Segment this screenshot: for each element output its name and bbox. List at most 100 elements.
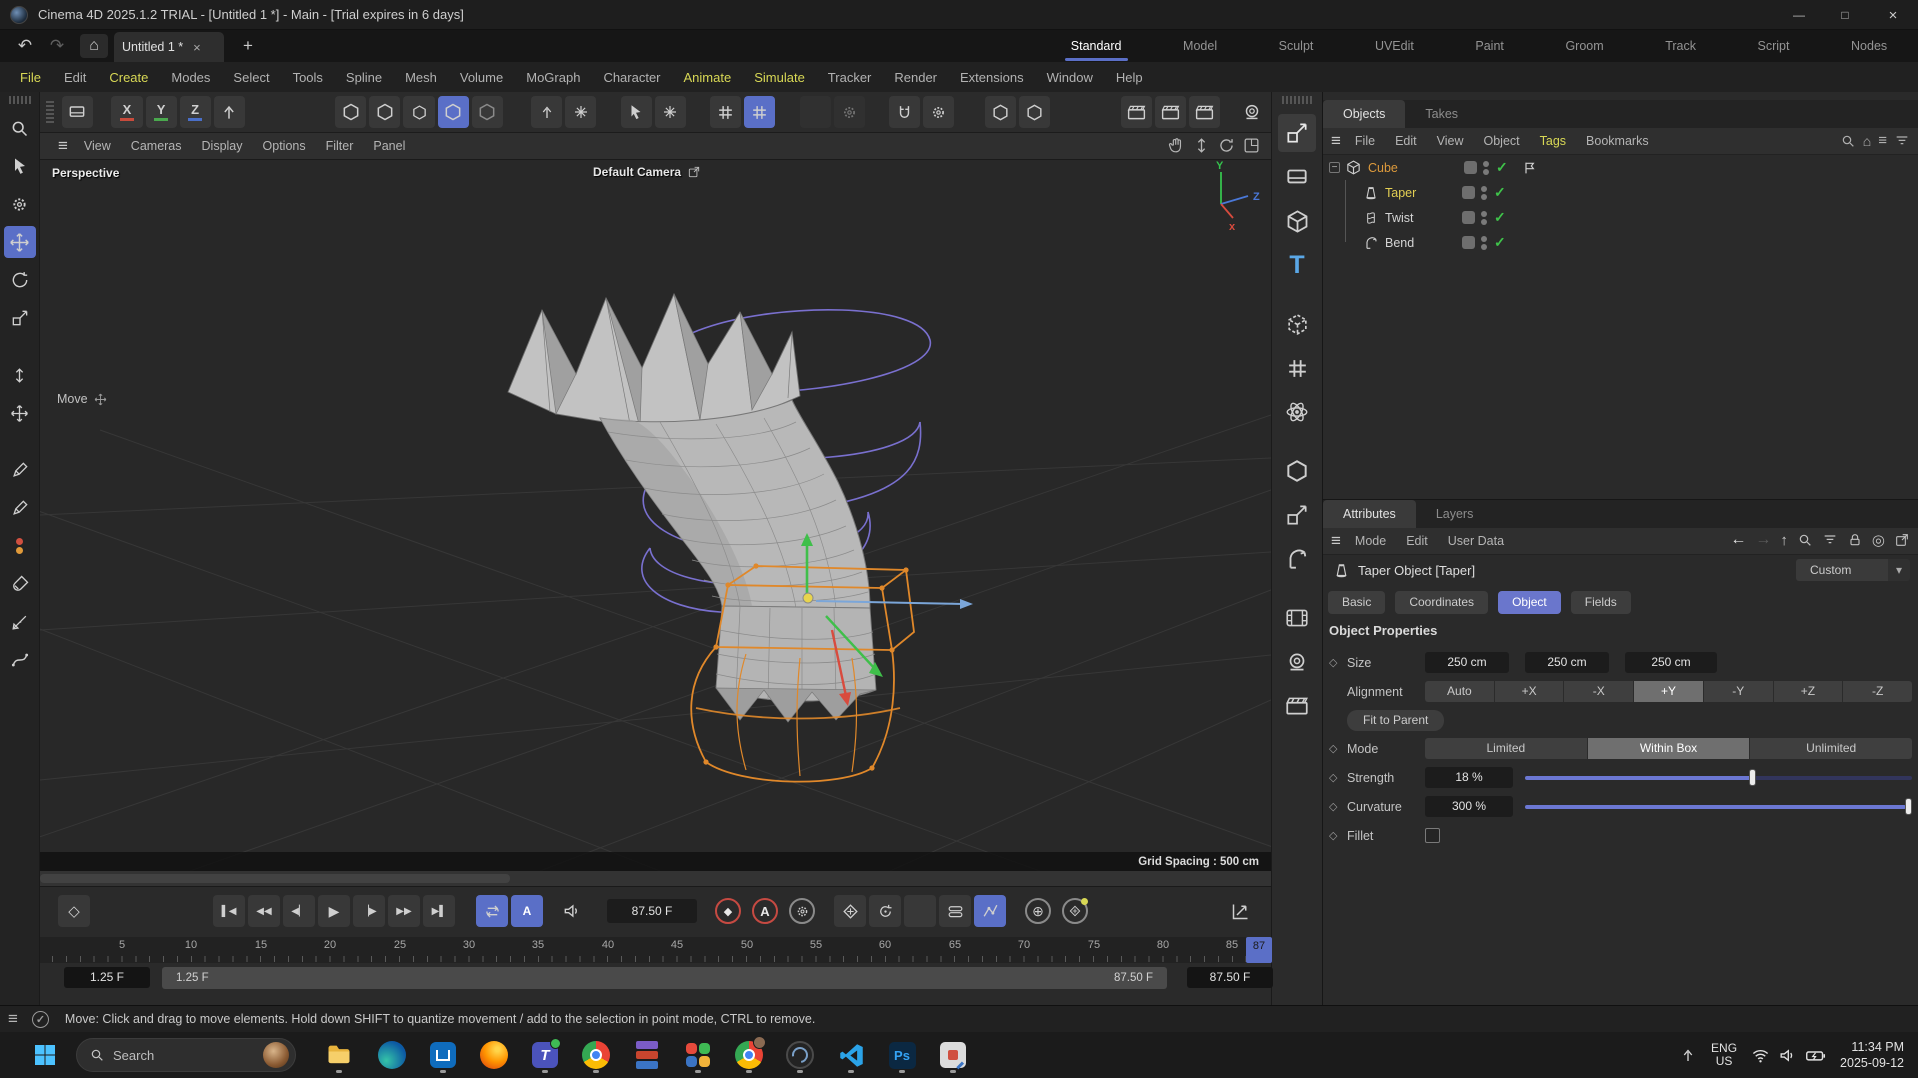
viewport-menu-filter[interactable]: Filter xyxy=(326,139,354,153)
layout-tab-nodes[interactable]: Nodes xyxy=(1851,39,1887,53)
alignment-plus-y[interactable]: +Y xyxy=(1634,681,1704,702)
viewport-orbit-icon[interactable] xyxy=(1217,136,1236,155)
layout-tab-sculpt[interactable]: Sculpt xyxy=(1279,39,1314,53)
quantize-grid-button[interactable] xyxy=(710,96,741,128)
viewport-camera-label[interactable]: Default Camera xyxy=(593,165,681,179)
layout-tab-model[interactable]: Model xyxy=(1183,39,1217,53)
strength-field[interactable]: 18 % xyxy=(1425,767,1513,788)
workplane-button[interactable] xyxy=(621,96,652,128)
layout-icon[interactable] xyxy=(62,96,93,128)
live-selection-tool-icon[interactable] xyxy=(4,150,36,182)
texture-mode-button[interactable] xyxy=(403,96,434,128)
vscode-icon[interactable] xyxy=(836,1035,866,1075)
close-button[interactable]: × xyxy=(1868,0,1918,30)
layout-tab-script[interactable]: Script xyxy=(1758,39,1790,53)
am-forward-icon[interactable]: → xyxy=(1755,531,1771,549)
array-icon[interactable] xyxy=(1278,349,1316,387)
menu-render[interactable]: Render xyxy=(894,70,937,85)
tab-attributes[interactable]: Attributes xyxy=(1323,500,1416,528)
viewport-pan-icon[interactable] xyxy=(1167,136,1186,155)
tree-row-bend[interactable]: Bend ✓ xyxy=(1323,230,1918,255)
am-back-icon[interactable]: ← xyxy=(1730,531,1746,549)
layout-tab-standard[interactable]: Standard xyxy=(1071,30,1122,62)
tree-row-taper[interactable]: Taper ✓ xyxy=(1323,180,1918,205)
strength-key-icon[interactable]: ◇ xyxy=(1329,771,1347,784)
alignment-minus-x[interactable]: -X xyxy=(1564,681,1634,702)
alignment-minus-z[interactable]: -Z xyxy=(1843,681,1912,702)
file-explorer-icon[interactable] xyxy=(322,1035,356,1075)
curvature-field[interactable]: 300 % xyxy=(1425,796,1513,817)
goto-end-button[interactable]: ▶▌ xyxy=(423,895,455,927)
viewport-view-label[interactable]: Perspective xyxy=(52,166,119,180)
preset-dropdown-arrow-icon[interactable]: ▾ xyxy=(1888,559,1910,581)
alignment-auto[interactable]: Auto xyxy=(1425,681,1495,702)
bend-visibility-dots[interactable] xyxy=(1481,235,1487,251)
snap-grid-button[interactable] xyxy=(744,96,775,128)
spline-smooth-tool-icon[interactable] xyxy=(4,644,36,676)
cycle-playback-button[interactable] xyxy=(476,895,508,927)
size-key-icon[interactable]: ◇ xyxy=(1329,656,1347,669)
menu-character[interactable]: Character xyxy=(603,70,660,85)
fit-to-parent-button[interactable]: Fit to Parent xyxy=(1347,710,1444,731)
tree-label-bend[interactable]: Bend xyxy=(1385,236,1445,250)
om-home-icon[interactable]: ⌂ xyxy=(1863,133,1871,149)
menu-tools[interactable]: Tools xyxy=(293,70,323,85)
autokey-range-button[interactable]: A xyxy=(511,895,543,927)
toolbar-drag-handle[interactable] xyxy=(46,101,54,123)
cube-render-toggle[interactable] xyxy=(1464,161,1477,174)
menu-tracker[interactable]: Tracker xyxy=(828,70,872,85)
snapping-settings-button[interactable] xyxy=(923,96,954,128)
y-axis-button[interactable]: Y xyxy=(146,96,177,128)
mesh-edit-icon[interactable] xyxy=(1278,496,1316,534)
subdivision-icon[interactable] xyxy=(1278,452,1316,490)
axis-snap-button[interactable] xyxy=(565,96,596,128)
taper-render-toggle[interactable] xyxy=(1462,186,1475,199)
current-frame-field[interactable]: 87.50 F xyxy=(607,899,697,923)
tweak-tool-icon[interactable] xyxy=(4,188,36,220)
axis-lock-tool-icon[interactable] xyxy=(4,359,36,391)
menu-mesh[interactable]: Mesh xyxy=(405,70,437,85)
tab-takes[interactable]: Takes xyxy=(1405,100,1478,128)
camera-swap-icon[interactable] xyxy=(687,165,701,179)
layout-tab-uvedit[interactable]: UVEdit xyxy=(1375,39,1414,53)
viewport-menu-display[interactable]: Display xyxy=(202,139,243,153)
taper-enabled-check[interactable]: ✓ xyxy=(1494,184,1506,201)
alignment-minus-y[interactable]: -Y xyxy=(1704,681,1774,702)
home-icon[interactable]: ⌂ xyxy=(80,34,108,58)
record-parameter-button[interactable] xyxy=(939,895,971,927)
mode-within-box[interactable]: Within Box xyxy=(1588,738,1751,759)
tree-row-twist[interactable]: Twist ✓ xyxy=(1323,205,1918,230)
keyframe-settings-button[interactable] xyxy=(789,898,815,924)
firefox-icon[interactable] xyxy=(479,1035,509,1075)
curvature-slider-handle[interactable] xyxy=(1905,798,1912,815)
viewport-menu-options[interactable]: Options xyxy=(263,139,306,153)
teams-icon[interactable]: T xyxy=(530,1035,560,1075)
motion-clip-icon[interactable] xyxy=(1278,599,1316,637)
instance-icon[interactable] xyxy=(1278,305,1316,343)
record-position-button[interactable] xyxy=(834,895,866,927)
point-mode-button[interactable] xyxy=(438,96,469,128)
om-hamburger-icon[interactable]: ≡ xyxy=(1331,131,1341,151)
deformer-icon[interactable] xyxy=(1278,540,1316,578)
strength-slider[interactable] xyxy=(1525,767,1912,788)
start-button[interactable] xyxy=(28,1038,62,1072)
record-scale-button[interactable] xyxy=(904,895,936,927)
bend-enabled-check[interactable]: ✓ xyxy=(1494,234,1506,251)
paint-points-tool-icon[interactable] xyxy=(4,530,36,562)
render-settings-button[interactable] xyxy=(1189,96,1220,128)
tray-status-icons[interactable] xyxy=(1751,1045,1826,1066)
new-tab-button[interactable]: + xyxy=(236,34,260,58)
polygon-mode-button[interactable] xyxy=(472,96,503,128)
am-search-icon[interactable] xyxy=(1797,532,1813,548)
move-tool-icon[interactable] xyxy=(4,226,36,258)
cube-visibility-dots[interactable] xyxy=(1483,160,1489,176)
figma-icon[interactable] xyxy=(683,1035,713,1075)
taper-visibility-dots[interactable] xyxy=(1481,185,1487,201)
menu-simulate[interactable]: Simulate xyxy=(754,70,805,85)
rotate-tool-icon[interactable] xyxy=(4,264,36,296)
curvature-slider[interactable] xyxy=(1525,796,1912,817)
size-z-field[interactable]: 250 cm xyxy=(1625,652,1717,673)
palette-drag-handle[interactable] xyxy=(9,96,31,104)
next-frame-button[interactable]: ▕▶ xyxy=(353,895,385,927)
am-hamburger-icon[interactable]: ≡ xyxy=(1331,531,1341,551)
